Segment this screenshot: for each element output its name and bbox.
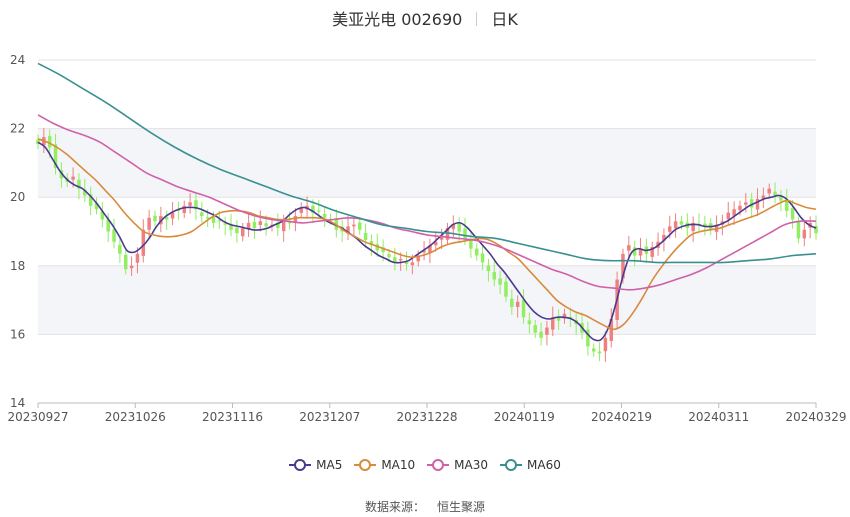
y-tick-label: 14 [10,396,25,410]
candle-body [235,227,239,234]
candle-body [252,221,257,229]
legend: MA5 MA10 MA30 MA60 [0,458,850,474]
candle-body [147,217,151,230]
y-tick-label: 20 [10,190,25,204]
candle-body [673,221,678,229]
candle-body [398,258,403,261]
y-tick-label: 22 [10,122,25,136]
legend-item-ma10[interactable]: MA10 [354,458,415,472]
candle-body [71,176,75,180]
x-tick-label: 20231228 [396,410,457,424]
candle-body [264,223,268,227]
grid-band [38,265,816,335]
candle-body [188,202,192,206]
candle-body [205,217,210,219]
candle-body [135,253,140,263]
candle-body [773,191,777,196]
candle-body [153,215,157,222]
candle-body [533,325,537,333]
candle-body [539,331,543,338]
x-tick-label: 20240311 [688,410,749,424]
x-tick-label: 20231207 [299,410,360,424]
candle-body [515,301,520,307]
candle-body [118,244,122,254]
candle-body [504,281,508,297]
candle-body [802,229,807,239]
candle-body [498,278,502,285]
legend-label: MA10 [381,458,416,472]
legend-marker [427,459,450,471]
candle-body [317,210,321,212]
candle-body [627,245,631,251]
source-label: 数据来源： [364,500,425,514]
source-value: 恒生聚源 [437,500,486,514]
x-tick-label: 20240329 [785,410,846,424]
candle-body [726,212,730,220]
candle-body [387,254,391,258]
x-tick-label: 20231026 [105,410,166,424]
legend-marker [289,459,312,471]
legend-label: MA60 [527,458,561,472]
candle-body [603,337,608,352]
candle-body [258,221,263,225]
candle-body [790,207,795,220]
data-source: 数据来源： 恒生聚源 [0,498,850,515]
x-tick-label: 20231116 [202,410,263,424]
legend-marker [500,459,523,471]
candle-body [410,262,415,266]
x-tick-label: 20230927 [7,410,68,424]
grid-band [38,128,816,198]
legend-item-ma5[interactable]: MA5 [289,458,342,472]
candle-body [141,229,146,256]
y-tick-label: 18 [10,259,25,273]
legend-marker [354,459,377,471]
candle-body [738,205,742,211]
candle-body [363,232,368,241]
legend-label: MA30 [454,458,489,472]
candle-body [486,265,491,271]
candlestick-chart: 14 16 18 20 22 24 20230927 20231026 20231116 2023… [7,53,846,424]
candle-body [545,327,549,335]
candle-body [521,299,526,318]
candle-body [510,298,514,307]
candle-body [200,212,204,217]
candle-body [796,221,801,239]
y-tick-label: 24 [10,53,25,67]
candle-body [463,228,467,239]
candle-body [47,136,52,148]
candle-body [322,214,327,218]
legend-item-ma30[interactable]: MA30 [427,458,488,472]
candle-body [591,348,596,352]
candle-body [679,221,684,225]
legend-item-ma60[interactable]: MA60 [500,458,561,472]
candle-body [744,202,748,205]
x-tick-label: 20240219 [591,410,652,424]
candle-body [240,228,245,237]
candle-body [480,253,485,263]
candle-body [129,265,134,269]
candle-body [492,271,497,280]
candle-body [597,351,602,354]
candle-body [352,224,356,227]
candle-body [527,320,532,325]
candle-body [668,226,672,232]
x-tick-label: 20240119 [494,410,555,424]
candle-body [457,223,461,232]
candle-body [124,254,128,270]
candle-body [281,221,286,232]
candle-body [112,229,116,242]
candle-body [357,222,362,230]
candle-body [469,240,473,249]
candle-body [474,248,479,256]
legend-label: MA5 [316,458,343,472]
candle-body [767,188,771,194]
y-tick-label: 16 [10,327,25,341]
